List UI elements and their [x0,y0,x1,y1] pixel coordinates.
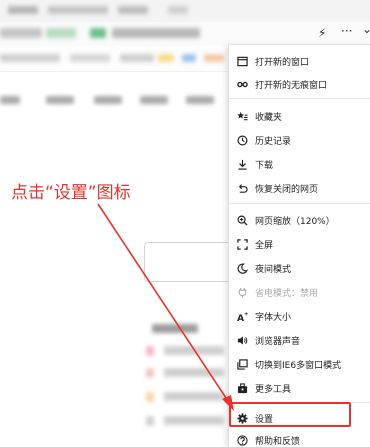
page-nav-blur [140,96,168,104]
menu-item-label: 字体大小 [255,312,292,323]
menu-item-power-saving: 省电模式：禁用 [229,281,370,303]
menu-item-label: 打开新的窗口 [255,57,310,68]
history-icon [229,135,255,146]
menu-divider [229,203,370,204]
svg-text:+: + [243,311,247,317]
bookmark-blur [120,54,154,62]
annotation-text: 点击“设置”图标 [11,183,131,203]
menu-item-label: 收藏夹 [255,112,283,123]
page-nav-blur [0,96,20,104]
font-size-icon: A+ [229,311,255,321]
fullscreen-icon [229,238,255,250]
incognito-icon [229,79,255,90]
bookmark-blur [182,54,196,62]
address-blur [0,28,42,38]
zoom-icon [229,215,255,226]
moon-icon [229,263,255,274]
ie-window-icon [229,358,255,370]
tab-blur [8,6,38,14]
page-nav-blur [186,96,214,104]
menu-item-more-tools[interactable]: 更多工具 [229,377,370,399]
page-nav-blur [94,96,122,104]
menu-item-font-size[interactable]: A+ 字体大小 [229,305,370,327]
menu-item-new-incognito-window[interactable]: 打开新的无痕窗口 [229,73,370,95]
menu-item-label: 更多工具 [255,384,292,395]
menu-item-label: 切换到IE6多窗口模式 [255,360,342,371]
menu-item-label: 省电模式：禁用 [255,288,319,299]
menu-item-label: 打开新的无痕窗口 [255,80,328,91]
download-icon [229,159,255,170]
browser-main-menu: 打开新的窗口 打开新的无痕窗口 收藏夹 历史记录 下载 恢复关闭的网页 网页缩放… [228,44,370,447]
bookmark-blur [70,54,110,62]
address-blur [90,28,106,38]
tab-blur [118,6,148,14]
menu-item-downloads[interactable]: 下载 [229,153,370,175]
list-item-blur [164,346,224,355]
address-blur [112,28,200,38]
menu-item-label: 帮助和反馈 [255,436,301,447]
speaker-icon [229,335,255,346]
menu-item-label: 夜间模式 [255,264,292,275]
menu-item-fullscreen[interactable]: 全屏 [229,233,370,255]
tab-blur [48,6,108,14]
menu-item-restore-closed[interactable]: 恢复关闭的网页 [229,177,370,199]
bookmark-blur [158,54,174,62]
list-marker-blur [146,368,154,378]
bookmark-blur [204,54,224,62]
menu-item-label: 浏览器声音 [255,336,301,347]
tab-blur [168,6,188,14]
menu-item-label: 全屏 [255,240,274,251]
list-marker-blur [146,416,154,426]
help-icon [229,434,255,446]
search-box-blur [144,242,234,282]
menu-item-history[interactable]: 历史记录 [229,129,370,151]
toolbox-icon [229,382,255,394]
list-heading-blur [152,324,198,333]
menu-item-night-mode[interactable]: 夜间模式 [229,257,370,279]
menu-item-label: 历史记录 [255,136,292,147]
more-icon[interactable]: ··· [341,24,352,38]
list-item-blur [164,368,224,377]
browser-screenshot: ⚡ ··· ⌄ 打开新的窗口 打开新的无痕窗口 收藏夹 历史记录 下载 恢复关闭… [0,0,370,447]
bookmark-blur [0,54,60,62]
menu-item-label: 恢复关闭的网页 [255,184,319,195]
page-nav-blur [46,96,74,104]
menu-item-favorites[interactable]: 收藏夹 [229,105,370,127]
chevron-down-icon[interactable]: ⌄ [362,22,370,36]
menu-item-ie6-mode[interactable]: 切换到IE6多窗口模式 [229,353,370,375]
menu-item-label: 下载 [255,160,274,171]
list-marker-blur [146,392,154,402]
favorites-icon [229,111,255,122]
menu-item-zoom[interactable]: 网页缩放（120%） [229,209,370,231]
window-icon [229,56,255,67]
menu-item-browser-sound[interactable]: 浏览器声音 [229,329,370,351]
address-blur [46,28,76,38]
list-item-blur [164,416,224,425]
lightning-icon[interactable]: ⚡ [318,26,326,40]
power-plug-icon [229,287,255,298]
list-item-blur [164,392,224,401]
menu-divider [229,98,370,99]
menu-item-help-feedback[interactable]: 帮助和反馈 [229,429,370,447]
menu-item-label: 网页缩放（120%） [255,216,335,227]
menu-item-new-window[interactable]: 打开新的窗口 [229,50,370,72]
list-marker-blur [146,346,154,356]
settings-highlight-box [229,402,351,427]
restore-icon [229,183,255,194]
